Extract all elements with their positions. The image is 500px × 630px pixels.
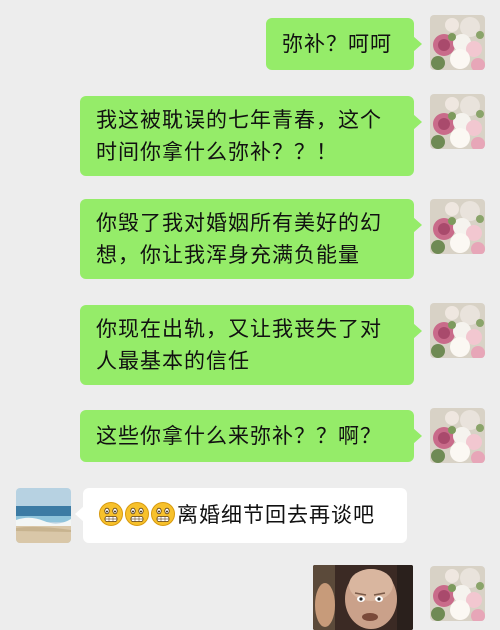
avatar-self[interactable] [430,15,485,70]
grimace-emoji-icon [99,502,123,526]
grimace-emoji-icon [125,502,149,526]
flower-bouquet-avatar-icon [430,566,485,621]
image-message[interactable] [313,565,413,630]
message-text: 弥补？呵呵 [282,32,392,56]
message-text: 这些你拿什么来弥补？？啊？ [96,424,382,448]
message-bubble-outgoing[interactable]: 你现在出轨，又让我丧失了对人最基本的信任 [80,305,422,385]
message-bubble-outgoing[interactable]: 这些你拿什么来弥补？？啊？ [80,410,422,462]
beach-avatar-icon [16,488,71,543]
flower-bouquet-avatar-icon [430,94,485,149]
grimace-emoji-icon [151,502,175,526]
avatar-self[interactable] [430,199,485,254]
message-bubble-incoming[interactable]: 离婚细节回去再谈吧 [75,488,407,543]
bald-man-meme-image [313,565,413,630]
flower-bouquet-avatar-icon [430,303,485,358]
avatar-self[interactable] [430,303,485,358]
message-bubble-outgoing[interactable]: 你毁了我对婚姻所有美好的幻想，你让我浑身充满负能量 [80,199,422,279]
message-bubble-outgoing[interactable]: 弥补？呵呵 [266,18,422,70]
message-text: 我这被耽误的七年青春，这个时间你拿什么弥补？？！ [96,108,382,164]
message-text: 你现在出轨，又让我丧失了对人最基本的信任 [96,317,382,373]
flower-bouquet-avatar-icon [430,15,485,70]
avatar-self[interactable] [430,94,485,149]
avatar-self[interactable] [430,566,485,621]
flower-bouquet-avatar-icon [430,408,485,463]
message-text: 你毁了我对婚姻所有美好的幻想，你让我浑身充满负能量 [96,211,382,267]
message-bubble-outgoing[interactable]: 我这被耽误的七年青春，这个时间你拿什么弥补？？！ [80,96,422,176]
avatar-self[interactable] [430,408,485,463]
flower-bouquet-avatar-icon [430,199,485,254]
avatar-contact[interactable] [16,488,71,543]
message-text: 离婚细节回去再谈吧 [177,503,375,527]
